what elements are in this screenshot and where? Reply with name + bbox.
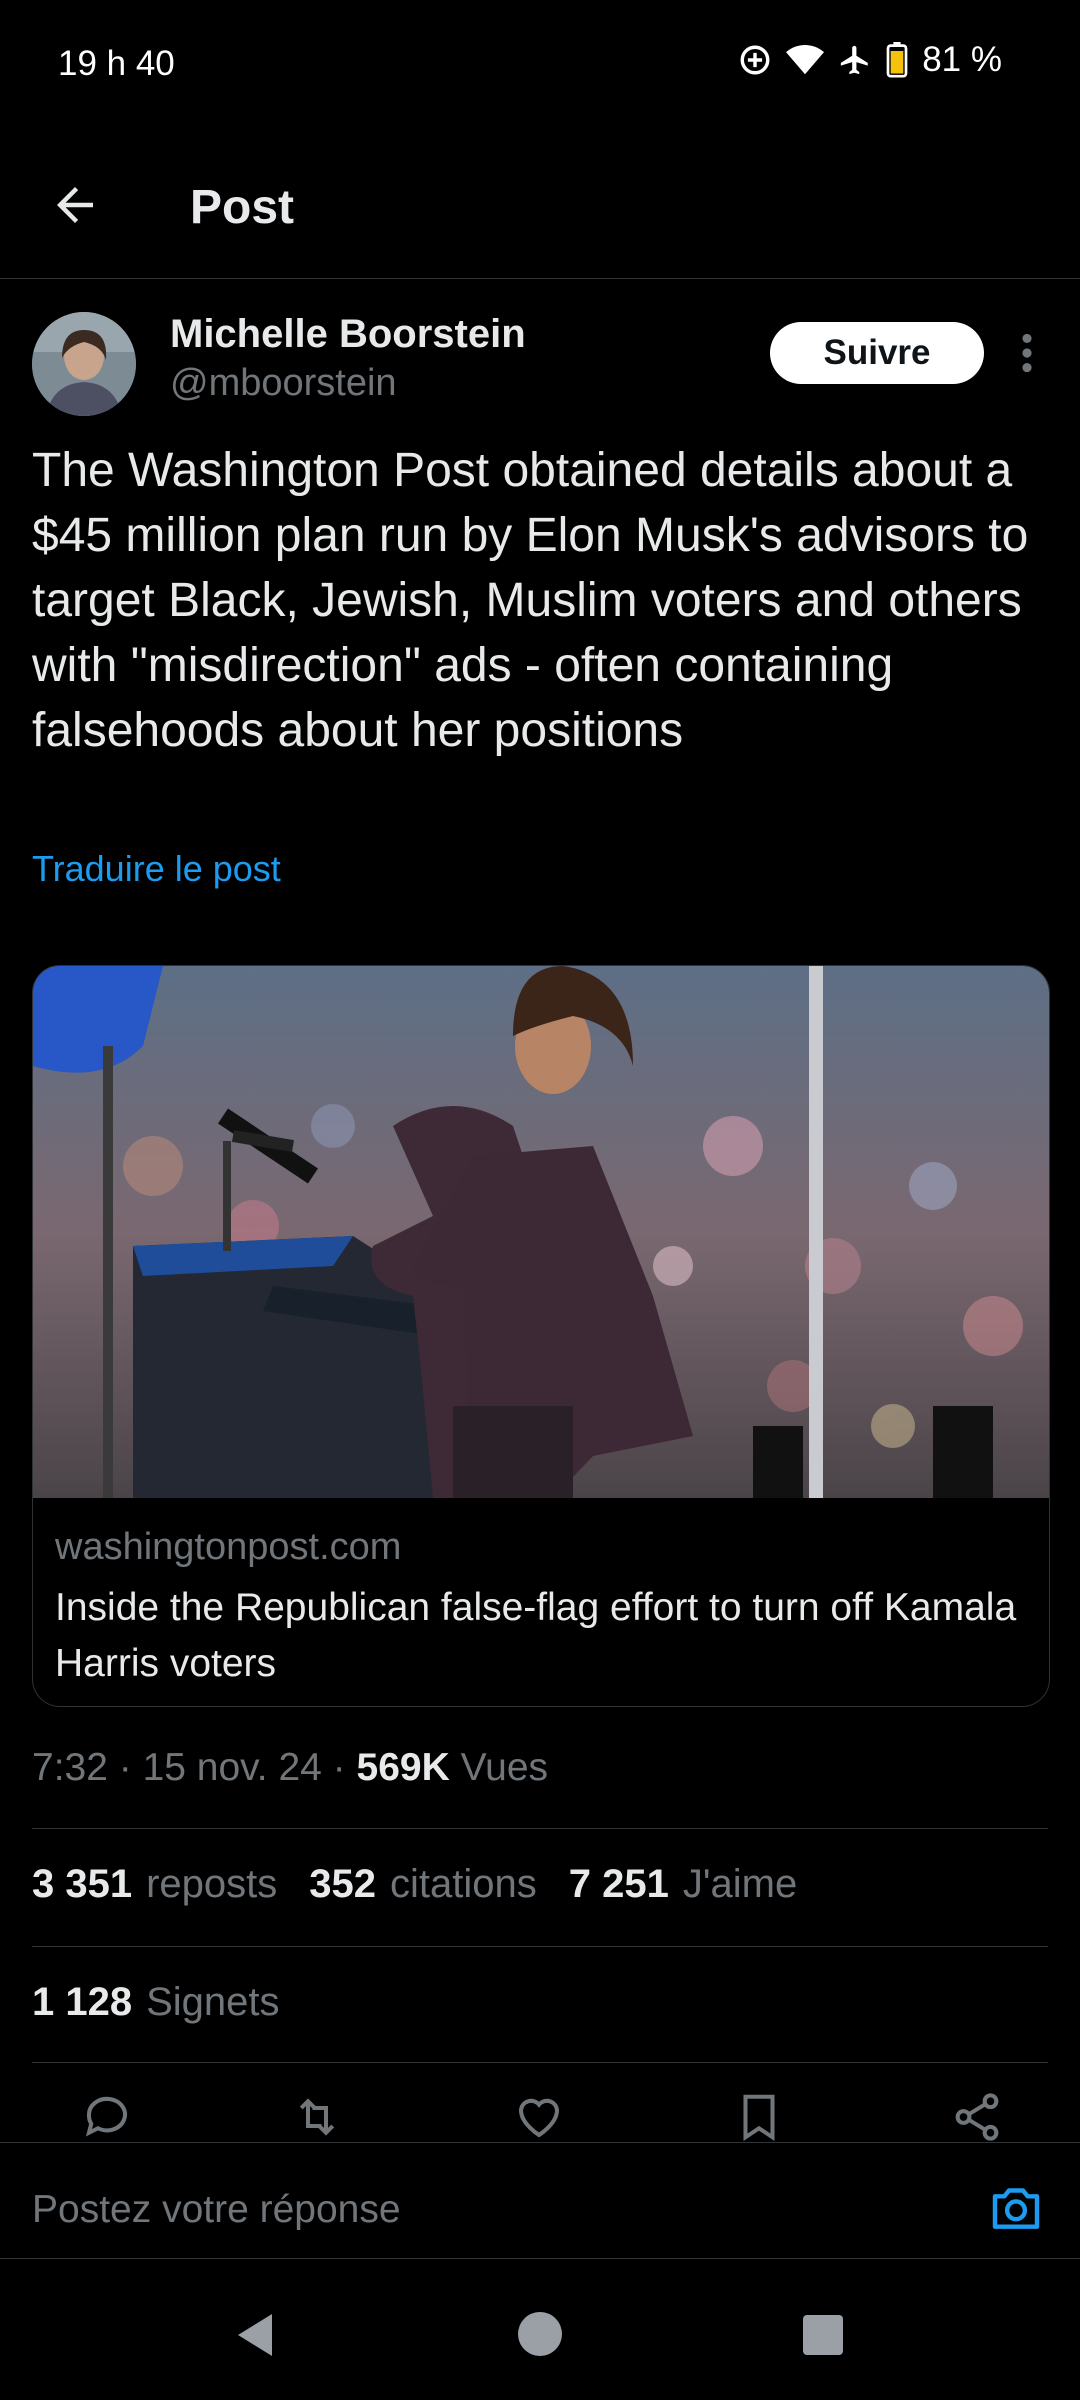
author-name[interactable]: Michelle Boorstein [170, 312, 526, 357]
nav-home-icon[interactable] [516, 2310, 564, 2358]
views-label: Vues [460, 1746, 549, 1789]
airplane-icon [841, 45, 868, 75]
status-icons: 81 % [738, 40, 1002, 80]
card-domain: washingtonpost.com [55, 1526, 402, 1568]
meta-separator: · [321, 1746, 357, 1789]
stat-count: 7 251 [568, 1862, 669, 1906]
action-bar [32, 2090, 1048, 2142]
views-count: 569K [356, 1746, 450, 1789]
post-meta: 7:32 · 15 nov. 24 · 569K Vues [32, 1746, 548, 1790]
avatar[interactable] [32, 312, 136, 416]
reply-icon[interactable] [80, 2090, 134, 2144]
post-time: 7:32 [32, 1746, 108, 1789]
nav-back-icon[interactable] [234, 2312, 276, 2358]
stat-bookmarks[interactable]: 1 128 Signets [32, 1980, 280, 2025]
repost-icon[interactable] [290, 2090, 344, 2144]
system-nav-bar [0, 2258, 1080, 2400]
status-time: 19 h 40 [58, 44, 175, 83]
battery-icon [886, 42, 908, 78]
card-title: Inside the Republican false-flag effort … [55, 1586, 1017, 1685]
stat-label: citations [390, 1862, 537, 1906]
card-image [33, 966, 1049, 1498]
translate-link[interactable]: Traduire le post [32, 848, 281, 890]
link-card[interactable]: washingtonpost.com Inside the Republican… [32, 965, 1050, 1707]
data-saver-icon [740, 45, 770, 75]
page-title: Post [190, 181, 295, 234]
share-icon[interactable] [950, 2090, 1004, 2144]
reply-input[interactable] [32, 2188, 932, 2232]
battery-percent: 81 % [922, 40, 1002, 79]
status-bar: 19 h 40 81 % [0, 0, 1080, 130]
post-date: 15 nov. 24 [142, 1746, 322, 1789]
stat-label: Signets [146, 1980, 280, 2024]
divider [32, 2062, 1048, 2063]
stat-count: 1 128 [32, 1980, 133, 2024]
stat-quotes[interactable]: 352 citations [309, 1862, 537, 1907]
divider [32, 1946, 1048, 1947]
like-icon[interactable] [512, 2090, 566, 2144]
stat-count: 352 [309, 1862, 377, 1906]
stat-likes[interactable]: 7 251 J'aime [569, 1862, 797, 1907]
stat-count: 3 351 [32, 1862, 133, 1906]
more-icon[interactable] [1012, 328, 1042, 378]
engagement-stats: 3 351 reposts 352 citations 7 251 J'aime [32, 1862, 829, 1907]
bookmark-icon[interactable] [732, 2090, 786, 2144]
divider [32, 1828, 1048, 1829]
nav-recents-icon[interactable] [802, 2314, 844, 2356]
top-bar [0, 150, 1080, 279]
follow-button[interactable]: Suivre [770, 322, 984, 384]
meta-separator: · [107, 1746, 143, 1789]
wifi-icon [786, 44, 825, 75]
stat-label: reposts [146, 1862, 278, 1906]
back-arrow-icon[interactable] [48, 178, 102, 232]
stat-label: J'aime [682, 1862, 798, 1906]
post-text: The Washington Post obtained details abo… [32, 444, 1042, 757]
author-handle[interactable]: @mboorstein [170, 362, 397, 405]
stat-reposts[interactable]: 3 351 reposts [32, 1862, 277, 1907]
camera-icon[interactable] [988, 2180, 1044, 2236]
